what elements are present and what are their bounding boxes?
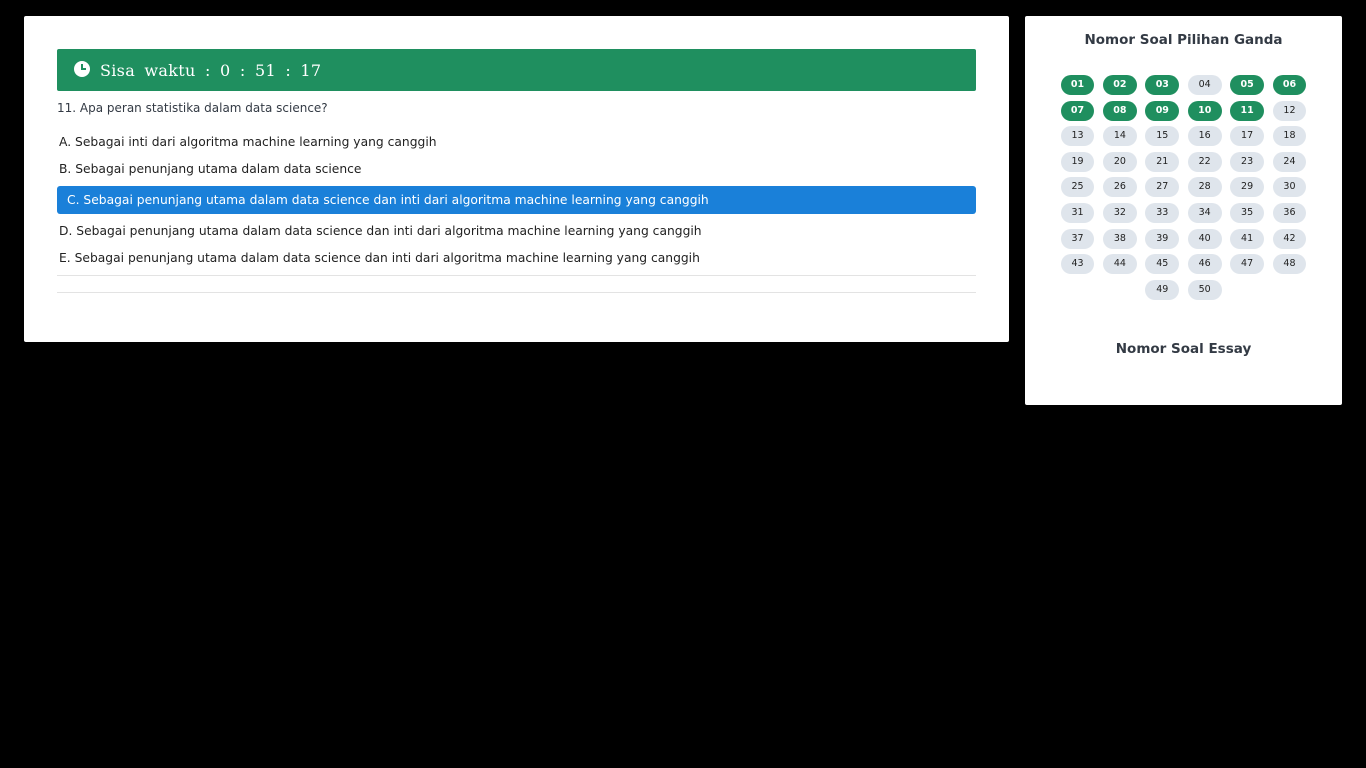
question-number-button[interactable]: 32	[1103, 202, 1137, 223]
question-number-button[interactable]: 38	[1103, 228, 1137, 249]
question-number-button[interactable]: 19	[1060, 151, 1095, 172]
question-number-button[interactable]: 41	[1230, 228, 1264, 249]
question-number-button[interactable]: 35	[1230, 202, 1264, 223]
question-number-button[interactable]: 20	[1103, 151, 1137, 172]
question-number-button[interactable]: 24	[1272, 151, 1307, 172]
question-number-button[interactable]: 11	[1230, 100, 1264, 121]
question-number-button[interactable]: 42	[1272, 228, 1307, 249]
question-number-button[interactable]: 44	[1103, 254, 1137, 275]
option-e[interactable]: E. Sebagai penunjang utama dalam data sc…	[57, 244, 976, 272]
divider	[57, 275, 976, 276]
essay-title: Nomor Soal Essay	[1115, 341, 1252, 357]
question-number-button[interactable]: 27	[1145, 177, 1180, 198]
question-number-button[interactable]: 22	[1187, 151, 1222, 172]
question-number-button[interactable]: 46	[1187, 254, 1222, 275]
question-number-button[interactable]: 07	[1060, 100, 1095, 121]
question-number-button[interactable]: 39	[1145, 228, 1180, 249]
question-text: 11. Apa peran statistika dalam data scie…	[57, 101, 328, 115]
question-number-button[interactable]: 17	[1230, 126, 1264, 147]
question-number-button[interactable]: 01	[1060, 75, 1095, 95]
question-number-button[interactable]: 37	[1060, 228, 1095, 249]
clock-icon	[74, 61, 90, 77]
question-number-button[interactable]: 03	[1145, 75, 1180, 95]
question-number-button[interactable]: 31	[1060, 202, 1095, 223]
option-d[interactable]: D. Sebagai penunjang utama dalam data sc…	[57, 217, 976, 245]
question-number-button[interactable]: 45	[1145, 254, 1180, 275]
question-number-button[interactable]: 23	[1230, 151, 1264, 172]
question-number-grid: 01 02 03 04 05 06 07 08 09 10 11 12 13 14 15 16 17 18 19 20…	[1060, 75, 1307, 300]
question-number-button[interactable]: 08	[1103, 100, 1137, 121]
option-b[interactable]: B. Sebagai penunjang utama dalam data sc…	[57, 155, 976, 183]
question-number-button[interactable]: 26	[1103, 177, 1137, 198]
question-number-button[interactable]: 21	[1145, 151, 1180, 172]
question-number-button[interactable]: 47	[1230, 254, 1264, 275]
option-a[interactable]: A. Sebagai inti dari algoritma machine l…	[57, 128, 976, 156]
question-number-button[interactable]: 14	[1103, 126, 1137, 147]
question-number-button[interactable]: 49	[1145, 279, 1180, 300]
question-number-button[interactable]: 10	[1187, 100, 1222, 121]
question-number-button[interactable]: 36	[1272, 202, 1307, 223]
multiple-choice-title: Nomor Soal Pilihan Ganda	[1084, 32, 1283, 48]
question-number-button[interactable]: 30	[1272, 177, 1307, 198]
question-number-button[interactable]: 25	[1060, 177, 1095, 198]
question-number-button[interactable]: 34	[1187, 202, 1222, 223]
timer-label: Sisa waktu : 0 : 51 : 17	[100, 60, 322, 80]
question-number-button[interactable]: 15	[1145, 126, 1180, 147]
question-number-button[interactable]: 12	[1272, 100, 1307, 121]
question-number-button[interactable]: 05	[1230, 75, 1264, 95]
option-c[interactable]: C. Sebagai penunjang utama dalam data sc…	[57, 186, 976, 214]
question-number-button[interactable]: 50	[1187, 279, 1222, 300]
question-navigator: Nomor Soal Pilihan Ganda 01 02 03 04 05 06 07 0…	[1025, 16, 1342, 405]
question-number-button[interactable]: 28	[1187, 177, 1222, 198]
question-number-button[interactable]: 33	[1145, 202, 1180, 223]
question-number-button[interactable]: 09	[1145, 100, 1180, 121]
question-number-button[interactable]: 06	[1272, 75, 1307, 95]
question-number-button[interactable]: 04	[1187, 75, 1222, 95]
divider	[57, 292, 976, 293]
question-number-button[interactable]: 40	[1187, 228, 1222, 249]
question-number-button[interactable]: 29	[1230, 177, 1264, 198]
question-card: Sisa waktu : 0 : 51 : 17 11. Apa peran s…	[24, 16, 1009, 342]
question-number-button[interactable]: 02	[1103, 75, 1137, 95]
question-number-button[interactable]: 13	[1060, 126, 1095, 147]
question-number-button[interactable]: 43	[1060, 254, 1095, 275]
question-number-button[interactable]: 18	[1272, 126, 1307, 147]
question-number-button[interactable]: 16	[1187, 126, 1222, 147]
question-number-button[interactable]: 48	[1272, 254, 1307, 275]
timer-bar: Sisa waktu : 0 : 51 : 17	[57, 49, 976, 91]
